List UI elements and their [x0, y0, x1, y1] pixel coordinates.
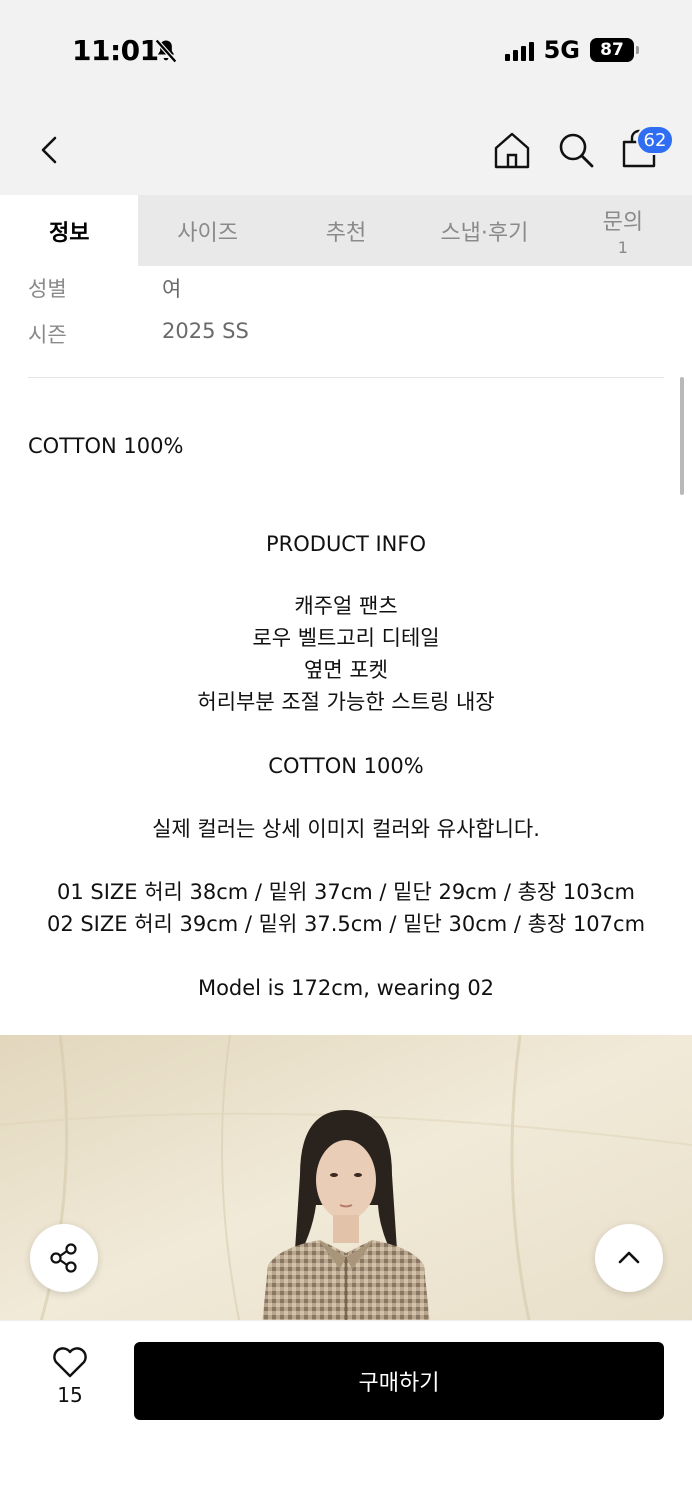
- tab-size[interactable]: 사이즈: [138, 195, 276, 266]
- chevron-up-icon: [618, 1251, 640, 1264]
- tab-info[interactable]: 정보: [0, 195, 139, 266]
- bell-muted-icon: [154, 38, 178, 64]
- divider: [28, 377, 664, 378]
- info-row-season: 시즌 2025 SS: [28, 319, 249, 349]
- buy-button[interactable]: 구매하기: [134, 1342, 664, 1420]
- status-indicators: 5G 87: [504, 36, 639, 64]
- tab-recommend[interactable]: 추천: [277, 195, 415, 266]
- size-line: 02 SIZE 허리 39cm / 밑위 37.5cm / 밑단 30cm / …: [46, 912, 646, 936]
- battery-icon: 87: [590, 38, 639, 62]
- model-note: Model is 172cm, wearing 02: [197, 976, 495, 1000]
- inquiry-count: 1: [617, 238, 628, 257]
- share-icon: [50, 1243, 77, 1273]
- share-button[interactable]: [30, 1224, 98, 1292]
- product-photo: [0, 1035, 692, 1325]
- back-icon[interactable]: [28, 128, 72, 172]
- info-row-gender: 성별 여: [28, 273, 181, 303]
- like-count: 15: [57, 1383, 83, 1407]
- product-info-heading: PRODUCT INFO: [265, 532, 426, 556]
- like-button[interactable]: 15: [40, 1345, 100, 1415]
- feature-line: 캐주얼 팬츠: [294, 594, 398, 618]
- network-type: 5G: [543, 36, 580, 64]
- scrollbar[interactable]: [680, 377, 684, 495]
- info-value: 2025 SS: [162, 319, 249, 343]
- info-key: 성별: [28, 277, 67, 301]
- tab-inquiry[interactable]: 문의 1: [554, 195, 692, 266]
- tab-snap-review[interactable]: 스냅·후기: [415, 195, 553, 266]
- info-value: 여: [162, 277, 182, 301]
- feature-line: 로우 벨트고리 디테일: [252, 626, 440, 650]
- feature-line: 옆면 포켓: [304, 658, 388, 682]
- search-icon[interactable]: [554, 128, 598, 172]
- color-note: 실제 컬러는 상세 이미지 컬러와 유사합니다.: [152, 817, 540, 841]
- status-time: 11:01: [72, 34, 159, 67]
- bottom-action-bar: 15 구매하기: [0, 1320, 692, 1500]
- home-icon[interactable]: [490, 128, 534, 172]
- cart-count-badge: 62: [636, 125, 674, 155]
- material-text: COTTON 100%: [28, 434, 184, 458]
- scroll-top-button[interactable]: [595, 1224, 663, 1292]
- heart-icon: [53, 1347, 87, 1378]
- size-line: 01 SIZE 허리 38cm / 밑위 37cm / 밑단 29cm / 총장…: [56, 880, 636, 904]
- info-key: 시즌: [28, 323, 67, 347]
- battery-level: 87: [600, 40, 624, 60]
- status-bar: 11:01 5G 87: [0, 0, 692, 100]
- tab-bar: 정보 사이즈 추천 스냅·후기 문의 1: [0, 195, 692, 266]
- signal-icon: [504, 39, 534, 61]
- material-line: COTTON 100%: [268, 754, 424, 778]
- nav-bar: [0, 100, 692, 195]
- feature-line: 허리부분 조절 가능한 스트링 내장: [197, 690, 495, 714]
